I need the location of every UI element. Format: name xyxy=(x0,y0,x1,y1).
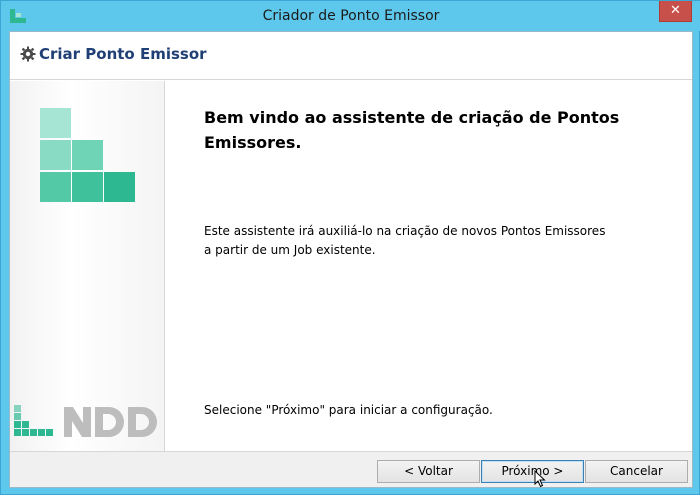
mouse-cursor-icon xyxy=(534,470,546,488)
description-line-2: a partir de um Job existente. xyxy=(204,243,376,257)
description: Este assistente irá auxiliá-lo na criaçã… xyxy=(204,222,664,260)
cancel-button[interactable]: Cancelar xyxy=(585,460,688,483)
next-button[interactable]: Próximo > xyxy=(481,460,584,483)
welcome-heading: Bem vindo ao assistente de criação de Po… xyxy=(204,108,620,152)
tile xyxy=(72,140,103,170)
tile xyxy=(40,108,71,138)
wizard-content: Bem vindo ao assistente de criação de Po… xyxy=(166,81,692,451)
title-bar[interactable]: Criador de Ponto Emissor ✕ xyxy=(1,1,700,31)
wizard-header-title: Criar Ponto Emissor xyxy=(39,45,207,63)
tile xyxy=(40,172,71,202)
wizard-body: Criar Ponto Emissor Bem vindo ao assiste… xyxy=(9,31,693,488)
wizard-sidebar xyxy=(10,81,165,451)
tile xyxy=(40,140,71,170)
close-button[interactable]: ✕ xyxy=(659,1,692,22)
gear-icon xyxy=(20,46,36,62)
tile xyxy=(72,172,103,202)
start-hint: Selecione "Próximo" para iniciar a confi… xyxy=(204,403,493,417)
tile xyxy=(104,172,135,202)
description-line-1: Este assistente irá auxiliá-lo na criaçã… xyxy=(204,224,606,238)
wizard-window: Criador de Ponto Emissor ✕ Criar Ponto E… xyxy=(0,0,700,495)
wizard-footer: < Voltar Próximo > Cancelar xyxy=(10,451,692,487)
ndd-logo xyxy=(14,405,157,437)
wizard-header: Criar Ponto Emissor xyxy=(10,32,692,80)
window-title: Criador de Ponto Emissor xyxy=(262,8,440,24)
back-button[interactable]: < Voltar xyxy=(377,460,480,483)
